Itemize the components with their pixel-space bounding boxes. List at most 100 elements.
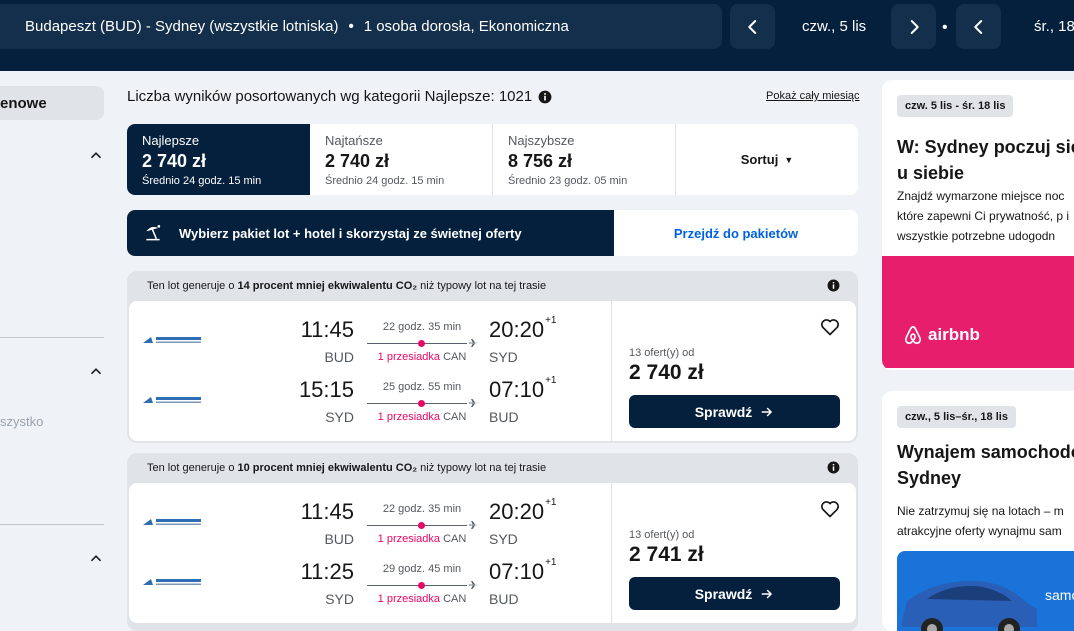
flight-price: 2 741 zł [629, 543, 704, 566]
flight-result-card: Ten lot generuje o 14 procent mniej ekwi… [127, 271, 858, 443]
info-icon[interactable] [538, 90, 552, 104]
arrival-time: 07:10 [489, 377, 545, 402]
departure-time: 15:15 [298, 377, 354, 402]
departure-time: 11:25 [300, 559, 354, 584]
plane-icon [469, 399, 479, 407]
depart-date[interactable]: czw., 5 lis [802, 4, 866, 49]
chevron-up-icon[interactable] [89, 364, 103, 378]
divider [0, 524, 104, 525]
check-button-label: Sprawdź [694, 403, 753, 420]
info-icon[interactable] [827, 279, 840, 292]
prev-return-date-button[interactable] [956, 4, 1001, 49]
separator-dot: • [348, 18, 354, 35]
day-offset: +1 [545, 375, 557, 386]
car-rental-ad[interactable]: czw., 5 lis–śr., 18 lis Wynajem samochod… [882, 391, 1074, 631]
go-to-packages-link[interactable]: Przejdź do pakietów [614, 210, 858, 256]
arrival-time-wrap: 20:20+1 [489, 497, 557, 525]
arrival-airport: BUD [489, 409, 519, 425]
airline-logo-icon [143, 579, 201, 585]
flight-legs: 11:45 BUD 22 godz. 35 min 1 przesiadka C… [129, 483, 612, 623]
date-separator: • [942, 19, 948, 36]
results-count: Liczba wyników posortowanych wg kategori… [127, 88, 552, 105]
departure-airport: SYD [325, 591, 354, 607]
tab-duration: Średnio 23 godz. 05 min [508, 175, 628, 187]
flight-result-card: Ten lot generuje o 10 procent mniej ekwi… [127, 453, 858, 631]
airbnb-banner: airbnb [882, 256, 1074, 368]
promo-text-area: Wybierz pakiet lot + hotel i skorzystaj … [127, 210, 614, 256]
stop-airport: CAN [443, 593, 467, 605]
check-button-label: Sprawdź [694, 585, 753, 602]
tab-cheapest[interactable]: Najtańsze 2 740 zł Średnio 24 godz. 15 m… [310, 124, 493, 195]
stops-count: 1 przesiadka [377, 593, 441, 605]
ad-date-tag: czw., 5 lis–śr., 18 lis [897, 406, 1016, 428]
outbound-leg: 11:45 BUD 22 godz. 35 min 1 przesiadka C… [129, 301, 612, 365]
ad-date-tag: czw. 5 lis - śr. 18 lis [897, 95, 1014, 117]
return-date[interactable]: śr., 18 l [1034, 4, 1074, 49]
price-area: 13 ofert(y) od 2 740 zł Sprawdź [613, 301, 856, 441]
airbnb-logo: airbnb [902, 324, 980, 346]
flight-duration: 25 godz. 55 min [382, 381, 462, 393]
results-count-text: Liczba wyników posortowanych wg kategori… [127, 88, 533, 105]
next-depart-date-button[interactable] [891, 4, 936, 49]
departure-airport: SYD [325, 409, 354, 425]
flight-card-body[interactable]: 11:45 BUD 22 godz. 35 min 1 przesiadka C… [129, 483, 856, 623]
car-image: samo [897, 551, 1074, 631]
tab-best[interactable]: Najlepsze 2 740 zł Średnio 24 godz. 15 m… [127, 124, 310, 195]
stop-dot [418, 582, 425, 589]
route-line [367, 525, 467, 526]
package-promo-banner: Wybierz pakiet lot + hotel i skorzystaj … [127, 210, 858, 256]
eco-text-pre: Ten lot generuje o [147, 462, 235, 474]
tab-name: Najszybsze [508, 133, 575, 148]
tab-fastest[interactable]: Najszybsze 8 756 zł Średnio 23 godz. 05 … [493, 124, 676, 195]
top-bar: Budapeszt (BUD) - Sydney (wszystkie lotn… [0, 0, 1074, 71]
show-whole-month-link[interactable]: Pokaż cały miesiąc [766, 90, 860, 102]
plane-icon [469, 581, 479, 589]
departure-time: 11:45 [300, 499, 354, 524]
day-offset: +1 [545, 497, 557, 508]
eco-text-pre: Ten lot generuje o [147, 280, 235, 292]
promo-text: Wybierz pakiet lot + hotel i skorzystaj … [179, 225, 522, 241]
info-icon[interactable] [827, 461, 840, 474]
stops-count: 1 przesiadka [377, 411, 441, 423]
heart-icon[interactable] [820, 499, 840, 519]
arrival-time-wrap: 07:10+1 [489, 375, 557, 403]
day-offset: +1 [545, 315, 557, 326]
chevron-up-icon[interactable] [89, 148, 103, 162]
airbnb-ad[interactable]: czw. 5 lis - śr. 18 lis W: Sydney poczuj… [882, 80, 1074, 370]
eco-info-line: Ten lot generuje o 10 procent mniej ekwi… [127, 453, 858, 483]
arrival-airport: BUD [489, 591, 519, 607]
passengers-text: 1 osoba dorosła, Ekonomiczna [363, 18, 569, 35]
check-button[interactable]: Sprawdź [629, 395, 840, 428]
day-offset: +1 [545, 557, 557, 568]
check-button[interactable]: Sprawdź [629, 577, 840, 610]
sort-dropdown[interactable]: Sortuj ▼ [676, 124, 858, 195]
flight-legs: 11:45 BUD 22 godz. 35 min 1 przesiadka C… [129, 301, 612, 441]
arrival-time: 20:20 [489, 499, 545, 524]
heart-icon[interactable] [820, 317, 840, 337]
flight-card-body[interactable]: 11:45 BUD 22 godz. 35 min 1 przesiadka C… [129, 301, 856, 441]
filter-pill[interactable]: enowe [0, 86, 104, 120]
flight-duration: 22 godz. 35 min [382, 321, 462, 333]
caret-down-icon: ▼ [784, 154, 794, 165]
route-line [367, 585, 467, 586]
plane-icon [469, 521, 479, 529]
airline-logo-icon [143, 519, 201, 525]
chevron-left-icon [747, 19, 756, 34]
search-summary[interactable]: Budapeszt (BUD) - Sydney (wszystkie lotn… [0, 4, 722, 49]
ad-text: Znajdź wymarzone miejsce noc które zapew… [897, 189, 1070, 243]
chevron-left-icon [973, 19, 982, 34]
ad-text: Nie zatrzymuj się na lotach – m atrakcyj… [897, 504, 1064, 538]
arrival-time-wrap: 20:20+1 [489, 315, 557, 343]
chevron-up-icon[interactable] [89, 551, 103, 565]
prev-depart-date-button[interactable] [730, 4, 775, 49]
filters-sidebar: enowe szystko [0, 71, 110, 631]
flight-duration: 29 godz. 45 min [382, 563, 462, 575]
sort-tabs: Najlepsze 2 740 zł Średnio 24 godz. 15 m… [127, 124, 858, 195]
airline-logo-icon [143, 337, 201, 343]
arrival-time: 20:20 [489, 317, 545, 342]
beach-umbrella-icon [146, 225, 161, 241]
stop-dot [418, 400, 425, 407]
eco-text-bold: 14 procent mniej ekwiwalentu CO₂ [237, 280, 418, 292]
arrow-right-icon [761, 589, 773, 598]
eco-info-line: Ten lot generuje o 14 procent mniej ekwi… [127, 271, 858, 301]
